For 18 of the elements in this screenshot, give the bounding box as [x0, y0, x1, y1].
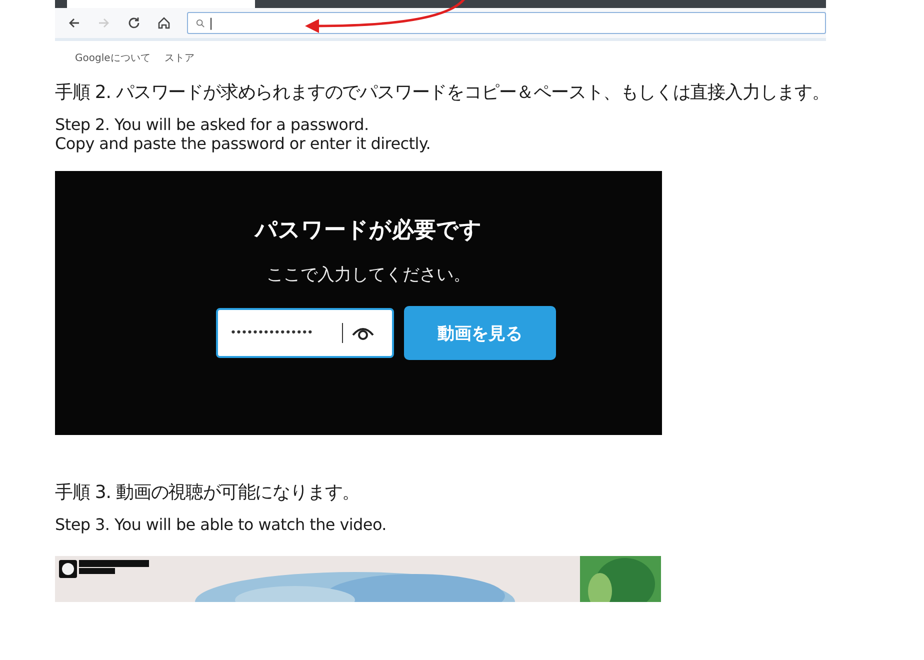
search-icon [196, 18, 205, 28]
home-icon[interactable] [157, 16, 171, 30]
dialog-message: ここで入力してください。 [266, 264, 470, 286]
footer-link[interactable]: Googleについて [75, 51, 150, 79]
placeholder-text: | [209, 16, 214, 30]
reload-icon[interactable] [127, 16, 141, 30]
password-value: ••••••••••••••• [230, 323, 343, 343]
footer-link[interactable]: ストア [164, 51, 194, 79]
address-field[interactable]: | [187, 12, 826, 34]
step-description: Copy and paste the password or enter it directly. [55, 134, 432, 153]
password-field[interactable]: ••••••••••••••• [216, 308, 394, 358]
back-icon[interactable] [67, 16, 81, 30]
step-description: Step 3. You will be able to watch the video. [55, 515, 388, 534]
step-heading: 手順 3. 動画の視聴が可能になります。 [54, 481, 361, 505]
eye-icon[interactable] [351, 325, 375, 341]
step-heading: 手順 2. パスワードが求められますのでパスワードをコピー＆ペースト、もしくは直接入力します。 [54, 81, 830, 105]
step-description: Step 2. You will be asked for a password. [55, 115, 370, 134]
dialog-title: パスワードが必要です [255, 217, 482, 245]
